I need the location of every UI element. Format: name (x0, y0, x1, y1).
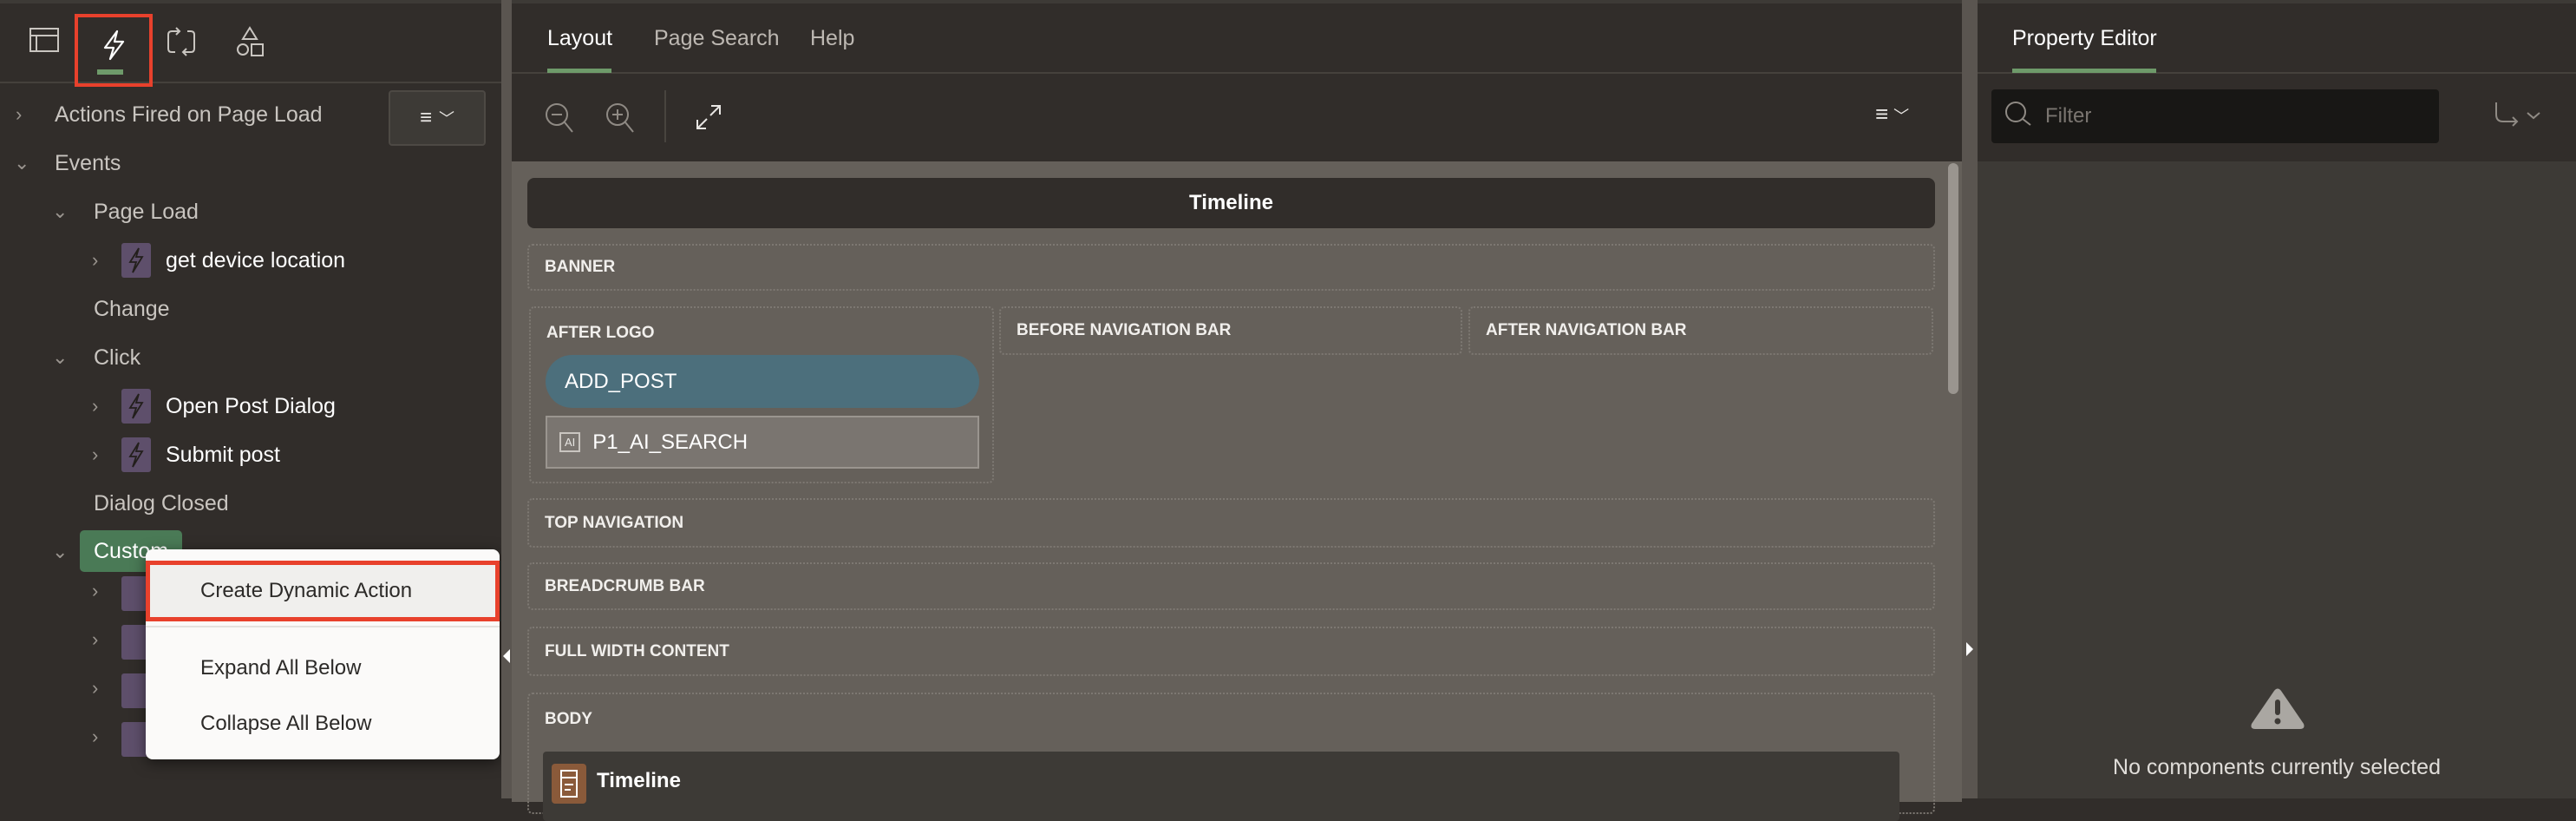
layout-menu-button[interactable]: ≡ ﹀ (1875, 101, 1909, 128)
chevron-right-icon[interactable]: › (92, 726, 98, 748)
chevron-right-icon[interactable]: › (92, 249, 98, 272)
empty-state-message: No components currently selected (2113, 755, 2441, 779)
chevron-down-icon[interactable]: ⌄ (52, 346, 68, 369)
chevron-down-icon[interactable]: ⌄ (52, 200, 68, 223)
chevron-right-icon[interactable]: › (92, 395, 98, 417)
timeline-region-title: Timeline (597, 769, 681, 792)
left-splitter[interactable] (501, 0, 512, 798)
chevron-right-icon[interactable]: › (92, 677, 98, 699)
collapse-right-icon[interactable] (1966, 642, 1973, 656)
collapse-left-icon[interactable] (503, 649, 510, 663)
rendering-tab-icon[interactable] (29, 28, 59, 52)
region-after-logo[interactable]: AFTER LOGO ADD_POST AI P1_AI_SEARCH (529, 306, 994, 483)
tree-node-dialog-closed[interactable]: Dialog Closed (0, 482, 382, 525)
tab-page-search[interactable]: Page Search (654, 26, 780, 51)
tree-node-click[interactable]: ⌄ Click (0, 336, 382, 379)
add-post-button[interactable]: ADD_POST (546, 355, 979, 408)
search-icon (2004, 101, 2033, 133)
region-full-width-content[interactable]: FULL WIDTH CONTENT (527, 627, 1935, 676)
menu-item-expand-all-below[interactable]: Expand All Below (146, 640, 500, 697)
tree-menu-button[interactable]: ≡ ﹀ (389, 90, 486, 146)
tree-node-page-load[interactable]: ⌄ Page Load (0, 190, 382, 233)
chevron-right-icon[interactable]: › (92, 628, 98, 651)
active-tab-indicator (97, 69, 123, 75)
region-icon (552, 764, 586, 804)
active-tab-indicator (2012, 69, 2156, 73)
canvas-scrollbar[interactable] (1948, 163, 1958, 394)
context-menu: Create Dynamic Action Expand All Below C… (146, 549, 500, 759)
tree-node-actions-on-page-load[interactable]: › Actions Fired on Page Load (0, 93, 382, 136)
chevron-down-icon: ﹀ (1893, 108, 1910, 125)
menu-divider (146, 626, 500, 627)
timeline-region[interactable]: Timeline (543, 752, 1899, 821)
region-breadcrumb-bar[interactable]: BREADCRUMB BAR (527, 562, 1935, 610)
active-tab-indicator (547, 69, 611, 73)
zoom-in-icon[interactable] (605, 102, 635, 134)
chevron-down-icon[interactable]: ⌄ (14, 152, 29, 174)
dynamic-actions-tab[interactable] (75, 14, 153, 87)
chevron-down-icon: ﹀ (439, 110, 454, 128)
chevron-down-icon[interactable]: ⌄ (52, 541, 68, 563)
region-top-navigation[interactable]: TOP NAVIGATION (527, 498, 1935, 548)
shared-components-tab-icon[interactable] (236, 26, 265, 57)
region-body[interactable]: BODY Timeline (527, 693, 1935, 821)
menu-lines-icon: ≡ (1875, 101, 1889, 127)
p1-ai-search-item[interactable]: AI P1_AI_SEARCH (546, 416, 979, 469)
toolbar-divider (664, 90, 666, 142)
page-title-bar[interactable]: Timeline (527, 178, 1935, 228)
layout-canvas: Timeline BANNER AFTER LOGO ADD_POST AI P… (512, 161, 1962, 821)
chevron-right-icon[interactable]: › (16, 103, 22, 126)
property-editor-panel: Property Editor Filter No components cur… (1978, 0, 2576, 798)
layout-panel: Layout Page Search Help ≡ ﹀ Timeline BANN… (512, 0, 1962, 821)
expand-icon[interactable] (696, 104, 722, 130)
text-field-icon: AI (559, 432, 581, 452)
warning-icon (2250, 687, 2305, 735)
region-before-navigation-bar[interactable]: BEFORE NAVIGATION BAR (999, 306, 1462, 355)
tree-node-change[interactable]: Change (0, 287, 382, 331)
menu-lines-icon: ≡ (419, 106, 432, 129)
dynamic-action-icon (121, 243, 151, 278)
zoom-out-icon[interactable] (545, 102, 574, 134)
tab-layout[interactable]: Layout (547, 26, 612, 51)
dynamic-action-icon (121, 437, 151, 472)
tab-help[interactable]: Help (810, 26, 854, 51)
left-tabbar (0, 3, 501, 87)
filter-input[interactable]: Filter (1991, 89, 2439, 143)
menu-item-collapse-all-below[interactable]: Collapse All Below (146, 695, 500, 752)
right-tabbar: Property Editor (1978, 3, 2576, 74)
menu-item-create-dynamic-action[interactable]: Create Dynamic Action (146, 561, 500, 621)
processing-tab-icon[interactable] (167, 26, 196, 57)
dynamic-action-icon (121, 389, 151, 424)
tree-node-open-post-dialog[interactable]: › Open Post Dialog (0, 384, 382, 428)
chevron-right-icon[interactable]: › (92, 580, 98, 602)
middle-tabbar: Layout Page Search Help (512, 3, 1962, 74)
tree-node-events[interactable]: ⌄ Events (0, 141, 382, 185)
lightning-icon (101, 30, 127, 61)
region-after-navigation-bar[interactable]: AFTER NAVIGATION BAR (1468, 306, 1933, 355)
go-to-group-button[interactable] (2494, 101, 2547, 136)
region-banner[interactable]: BANNER (527, 244, 1935, 291)
chevron-right-icon[interactable]: › (92, 443, 98, 466)
right-splitter[interactable] (1962, 0, 1978, 798)
tab-property-editor[interactable]: Property Editor (2012, 26, 2157, 51)
tree-node-get-device-location[interactable]: › get device location (0, 239, 382, 282)
tree-node-submit-post[interactable]: › Submit post (0, 433, 382, 476)
page-title: Timeline (1189, 191, 1273, 214)
